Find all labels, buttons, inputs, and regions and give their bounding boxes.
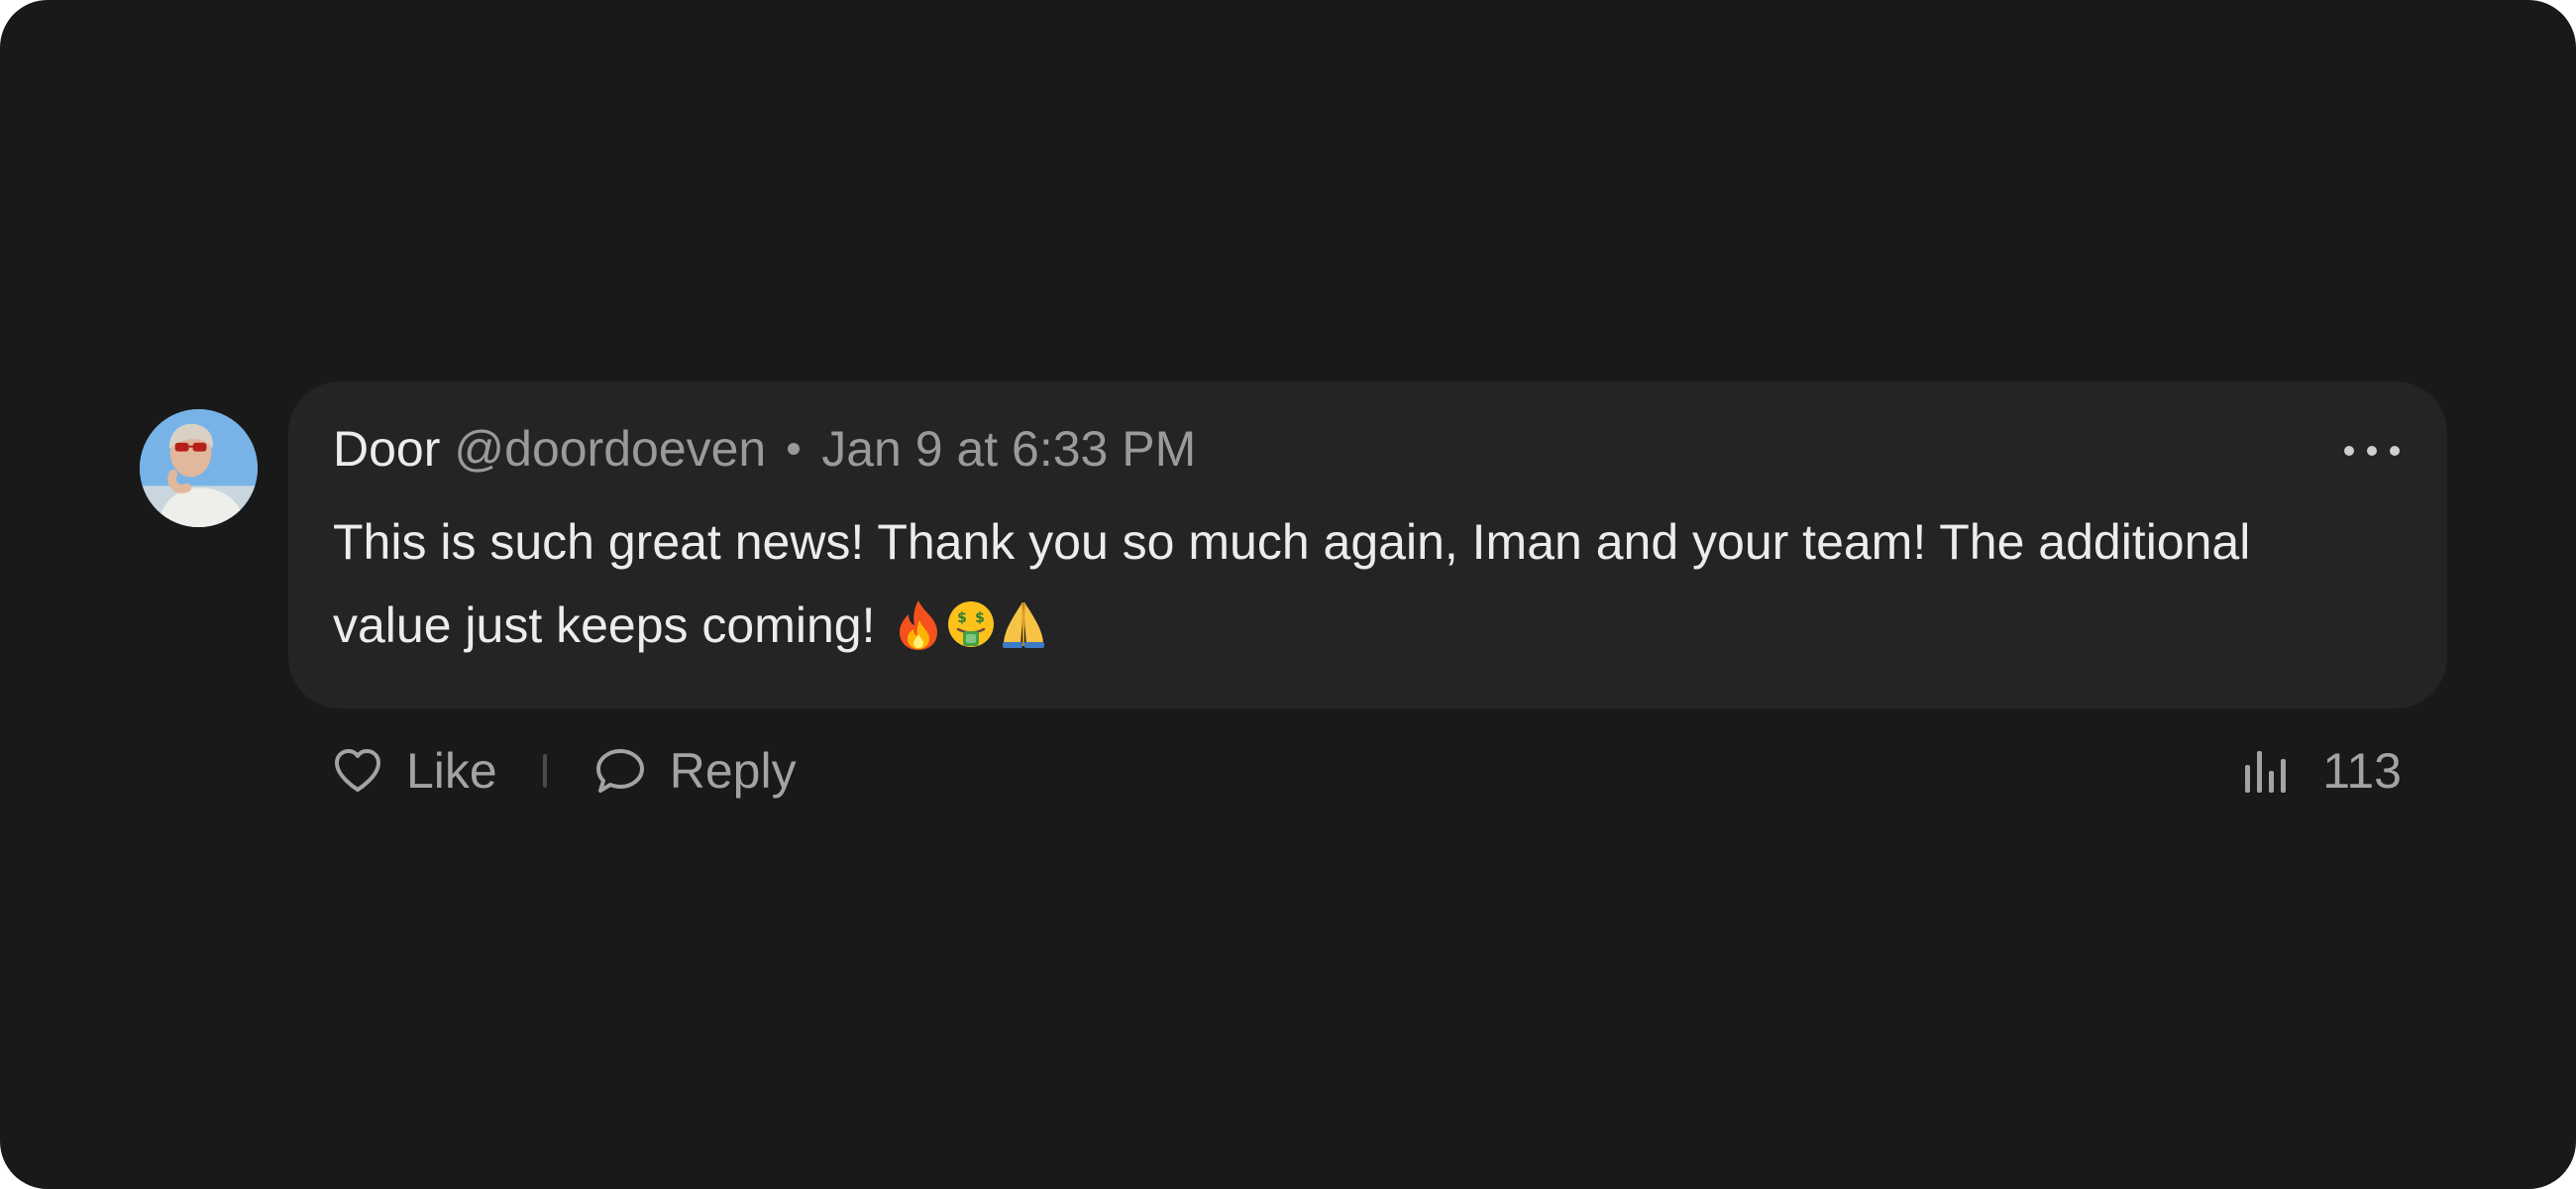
money-mouth-face-emoji: $ $ [947, 600, 994, 647]
reply-label: Reply [669, 743, 797, 799]
like-button[interactable]: Like [333, 742, 497, 800]
like-label: Like [406, 743, 497, 799]
comment-actions: Like Reply [333, 735, 797, 807]
author-name[interactable]: Door [333, 421, 440, 477]
reply-button[interactable]: Reply [594, 742, 797, 800]
fire-emoji [899, 599, 937, 650]
svg-text:$: $ [975, 610, 985, 626]
more-horizontal-icon-dot [2390, 446, 2400, 456]
comment-timestamp[interactable]: Jan 9 at 6:33 PM [821, 421, 1196, 477]
comment-text-container: This is such great news! Thank you so mu… [333, 500, 2374, 667]
comment-card: Door @doordoeven Jan 9 at 6:33 PM This is … [0, 0, 2576, 1189]
speech-bubble-icon [595, 749, 644, 793]
comment-text: This is such great news! Thank you so mu… [333, 514, 2251, 653]
heart-icon [335, 749, 380, 792]
actions-divider [542, 754, 547, 788]
avatar[interactable] [140, 409, 258, 527]
more-horizontal-icon [2344, 446, 2354, 456]
more-options-button[interactable] [2344, 439, 2400, 463]
more-horizontal-icon-dot [2367, 446, 2377, 456]
views-stat: 113 [2241, 735, 2402, 807]
comment-bubble: Door @doordoeven Jan 9 at 6:33 PM This is … [288, 381, 2447, 708]
avatar-image [140, 409, 258, 527]
views-count: 113 [2322, 743, 2402, 799]
bar-chart-icon [2245, 751, 2287, 793]
separator-dot [788, 442, 801, 455]
svg-text:$: $ [957, 610, 967, 626]
comment-emojis: $ $ [894, 598, 1048, 652]
folded-hands-emoji [1002, 601, 1044, 648]
comment-meta: Door @doordoeven Jan 9 at 6:33 PM [333, 418, 1196, 480]
author-handle[interactable]: @doordoeven [454, 421, 766, 477]
